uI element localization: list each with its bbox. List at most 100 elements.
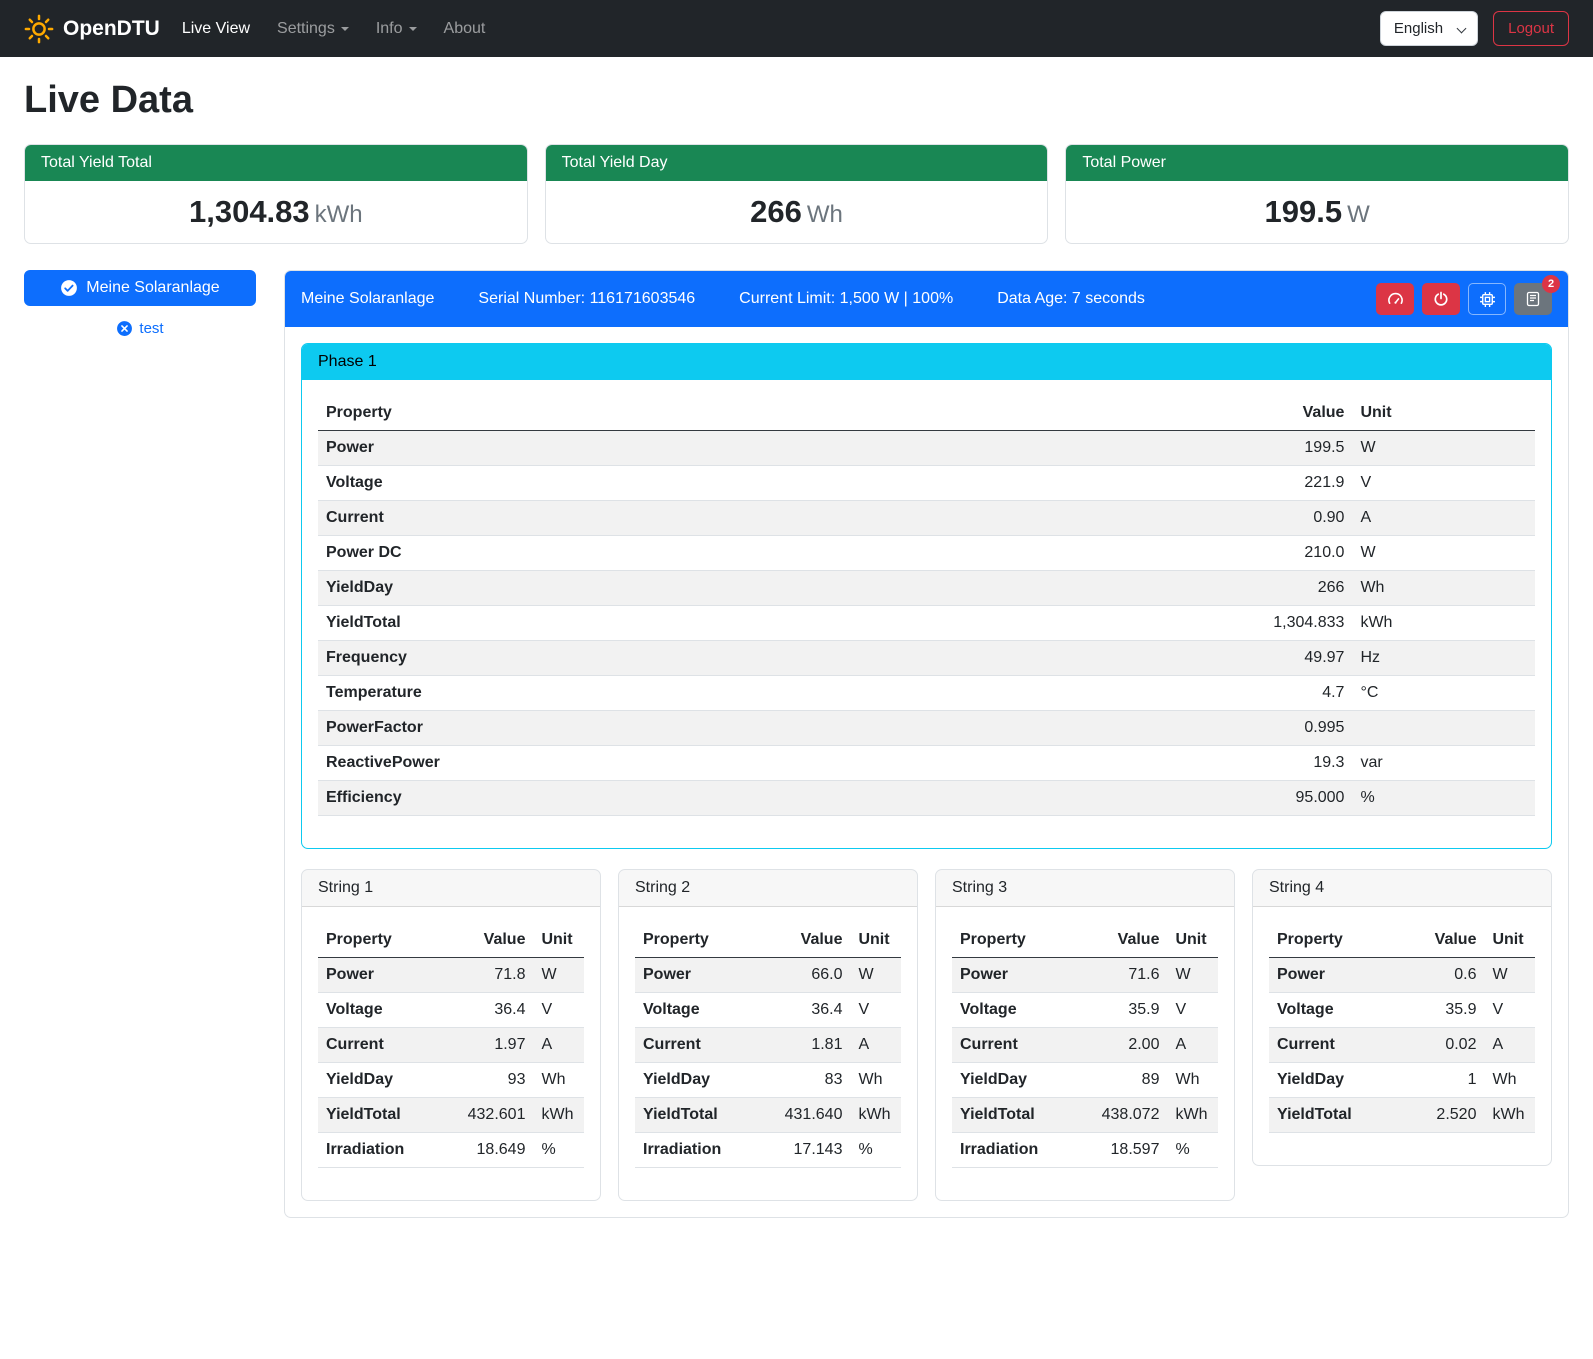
content-row: Meine Solaranlage test Meine Solaranlage…: [24, 270, 1569, 1218]
brand[interactable]: OpenDTU: [24, 14, 160, 44]
row-unit: kWh: [850, 1098, 901, 1133]
inverter-select-button[interactable]: Meine Solaranlage: [24, 270, 256, 306]
journal-icon: [1525, 291, 1541, 307]
cpu-icon: [1479, 291, 1496, 308]
row-unit: W: [1352, 536, 1535, 571]
row-property: Irradiation: [952, 1133, 1088, 1168]
row-property: YieldDay: [1269, 1063, 1405, 1098]
row-property: Power: [318, 431, 937, 466]
inverter-card-body: Phase 1 Property Value Unit Power: [285, 327, 1568, 1217]
table-row: YieldTotal 432.601 kWh: [318, 1098, 584, 1133]
row-property: Power DC: [318, 536, 937, 571]
row-unit: kWh: [533, 1098, 584, 1133]
string-card-title: String 2: [619, 870, 917, 907]
row-value: 35.9: [1088, 993, 1168, 1028]
row-unit: %: [1352, 781, 1535, 816]
inverter-item-test-label: test: [139, 320, 163, 337]
summary-card-body: 266Wh: [546, 181, 1048, 243]
row-unit: kWh: [1167, 1098, 1218, 1133]
device-info-button[interactable]: [1468, 283, 1506, 315]
row-value: 1,304.833: [937, 606, 1353, 641]
string-table-body: Power 0.6 W Voltage 35.9 V Current 0.02 …: [1269, 958, 1535, 1133]
row-unit: Wh: [533, 1063, 584, 1098]
inverter-current-limit: Current Limit: 1,500 W | 100%: [739, 290, 953, 308]
row-value: 0.02: [1405, 1028, 1485, 1063]
row-value: 36.4: [771, 993, 851, 1028]
row-value: 1: [1405, 1063, 1485, 1098]
row-unit: Wh: [1352, 571, 1535, 606]
table-row: Power 66.0 W: [635, 958, 901, 993]
row-property: Temperature: [318, 676, 937, 711]
nav-about[interactable]: About: [444, 20, 486, 38]
row-value: 210.0: [937, 536, 1353, 571]
row-unit: W: [1352, 431, 1535, 466]
summary-card-title: Total Yield Day: [546, 145, 1048, 181]
logout-button[interactable]: Logout: [1493, 11, 1569, 46]
summary-value: 266: [750, 194, 802, 229]
string-card-title: String 1: [302, 870, 600, 907]
row-property: ReactivePower: [318, 746, 937, 781]
inverter-item-test[interactable]: test: [24, 320, 256, 337]
string-table: Property Value Unit Power 71.8 W Voltage…: [318, 923, 584, 1168]
col-property: Property: [952, 923, 1088, 958]
table-row: YieldDay 83 Wh: [635, 1063, 901, 1098]
string-card-4: String 4 Property Value Unit: [1252, 869, 1552, 1166]
col-property: Property: [1269, 923, 1405, 958]
col-value: Value: [454, 923, 534, 958]
row-unit: Wh: [1484, 1063, 1535, 1098]
table-row: Current 1.81 A: [635, 1028, 901, 1063]
row-unit: W: [1484, 958, 1535, 993]
row-property: YieldTotal: [1269, 1098, 1405, 1133]
sun-logo-icon: [24, 14, 54, 44]
row-property: YieldTotal: [318, 1098, 454, 1133]
col-property: Property: [635, 923, 771, 958]
row-property: Voltage: [318, 466, 937, 501]
col-value: Value: [771, 923, 851, 958]
page-title: Live Data: [24, 79, 1569, 122]
string-table-body: Power 71.6 W Voltage 35.9 V Current 2.00…: [952, 958, 1218, 1168]
table-row: Power 71.6 W: [952, 958, 1218, 993]
table-row: Frequency 49.97 Hz: [318, 641, 1535, 676]
language-select[interactable]: English: [1380, 11, 1478, 46]
row-value: 18.597: [1088, 1133, 1168, 1168]
row-property: Power: [318, 958, 454, 993]
row-value: 432.601: [454, 1098, 534, 1133]
nav-settings[interactable]: Settings: [277, 20, 349, 38]
phase-card: Phase 1 Property Value Unit Power: [301, 343, 1552, 849]
nav-settings-label: Settings: [277, 20, 335, 37]
row-unit: A: [1484, 1028, 1535, 1063]
table-header-row: Property Value Unit: [952, 923, 1218, 958]
row-value: 199.5: [937, 431, 1353, 466]
row-unit: A: [533, 1028, 584, 1063]
string-card-title: String 4: [1253, 870, 1551, 907]
brand-label: OpenDTU: [63, 17, 160, 41]
col-unit: Unit: [1484, 923, 1535, 958]
nav-info[interactable]: Info: [376, 20, 417, 38]
row-property: Voltage: [318, 993, 454, 1028]
row-property: Current: [635, 1028, 771, 1063]
row-value: 95.000: [937, 781, 1353, 816]
summary-card: Total Yield Day 266Wh: [545, 144, 1049, 244]
table-row: Current 0.90 A: [318, 501, 1535, 536]
summary-unit: kWh: [315, 201, 363, 228]
col-unit: Unit: [1352, 396, 1535, 431]
summary-card-body: 199.5W: [1066, 181, 1568, 243]
string-card-2: String 2 Property Value Unit: [618, 869, 918, 1201]
power-toggle-button[interactable]: [1422, 283, 1460, 315]
event-log-button[interactable]: 2: [1514, 283, 1552, 315]
phase-table-body: Power 199.5 W Voltage 221.9 V Current 0.…: [318, 431, 1535, 816]
row-property: Power: [635, 958, 771, 993]
phase-table: Property Value Unit Power 199.5 W Voltag…: [318, 396, 1535, 816]
table-row: YieldDay 266 Wh: [318, 571, 1535, 606]
limit-settings-button[interactable]: [1376, 283, 1414, 315]
nav-live-view[interactable]: Live View: [182, 20, 250, 38]
row-unit: V: [1352, 466, 1535, 501]
string-table: Property Value Unit Power 71.6 W Voltage…: [952, 923, 1218, 1168]
inverter-serial: Serial Number: 116171603546: [478, 290, 695, 308]
row-unit: [1352, 711, 1535, 746]
col-unit: Unit: [850, 923, 901, 958]
row-property: Voltage: [635, 993, 771, 1028]
row-unit: A: [1167, 1028, 1218, 1063]
table-header-row: Property Value Unit: [1269, 923, 1535, 958]
table-row: YieldTotal 438.072 kWh: [952, 1098, 1218, 1133]
